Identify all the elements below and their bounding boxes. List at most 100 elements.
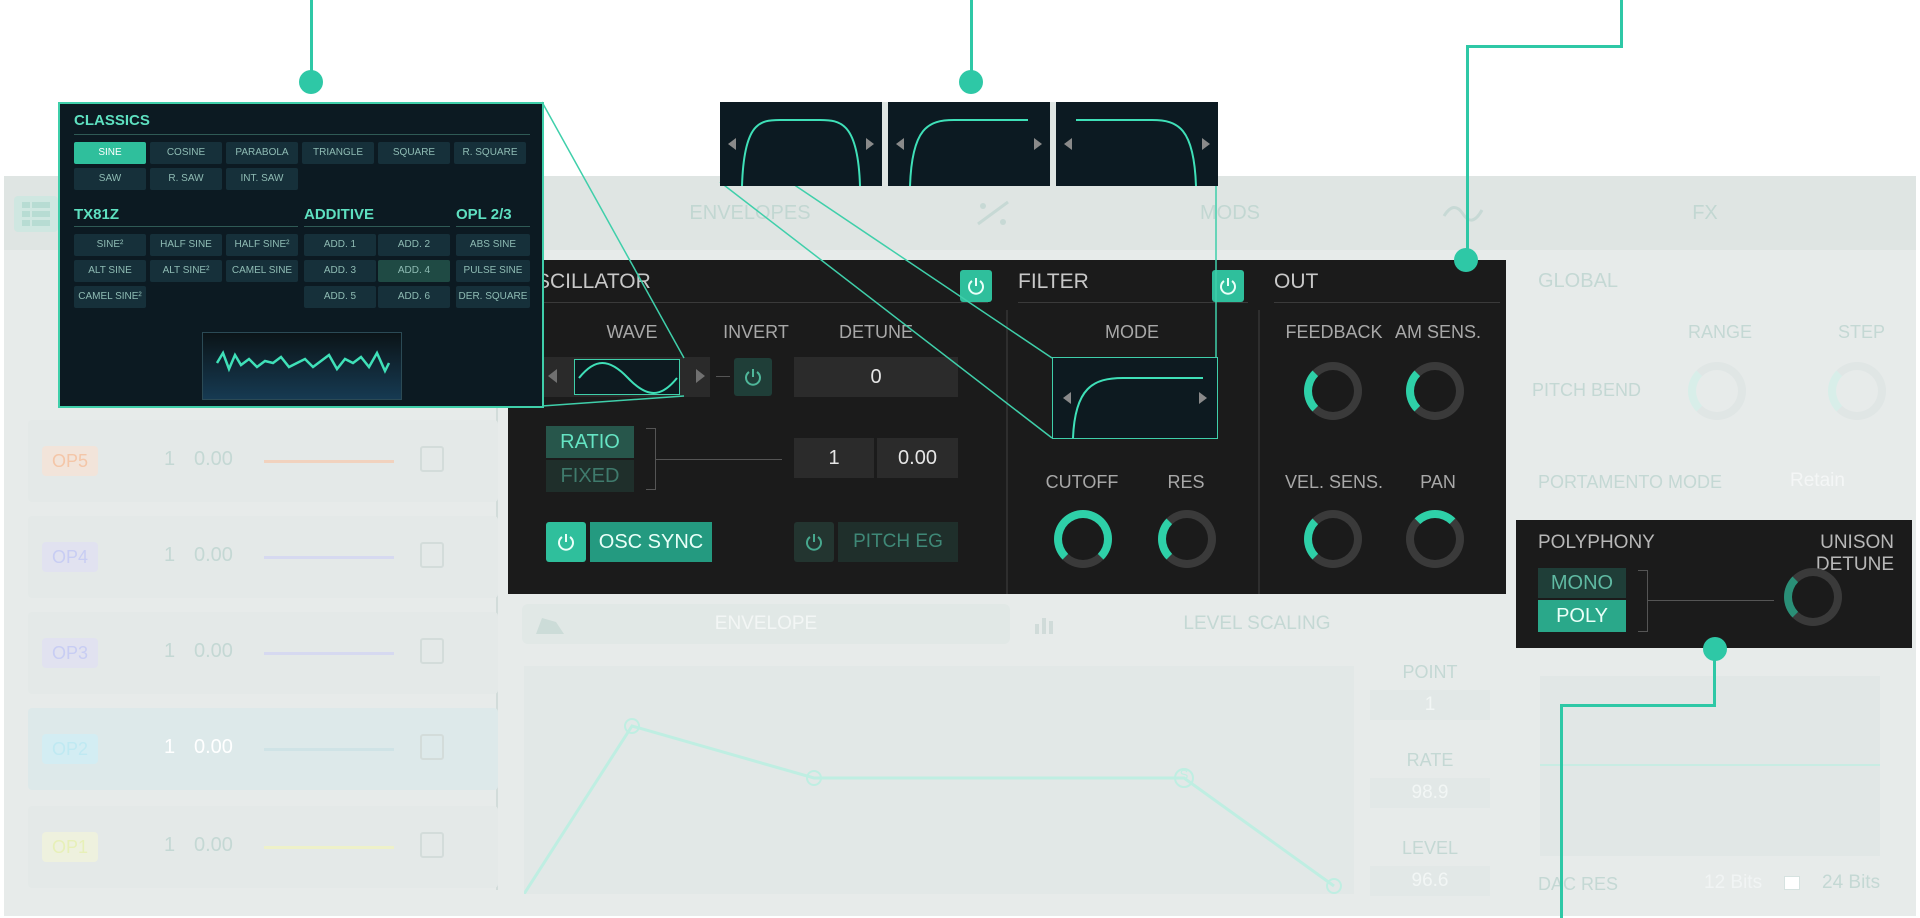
operator-level-slider[interactable] bbox=[264, 556, 394, 559]
arrow-right-icon[interactable] bbox=[696, 369, 705, 383]
operator-level-slider[interactable] bbox=[264, 846, 394, 849]
waveform-chip-add3[interactable]: ADD. 3 bbox=[304, 260, 376, 282]
operator-detune[interactable]: 0.00 bbox=[194, 736, 233, 759]
filter-mode-option[interactable] bbox=[720, 102, 882, 187]
copy-icon[interactable] bbox=[420, 638, 444, 664]
waveform-chip-cosine[interactable]: COSINE bbox=[150, 142, 222, 164]
osc-sync-power[interactable] bbox=[546, 522, 586, 562]
operator-ratio[interactable]: 1 bbox=[164, 640, 175, 663]
waveform-chip-parabola[interactable]: PARABOLA bbox=[226, 142, 298, 164]
operator-row[interactable]: OP1 1 0.00 bbox=[28, 806, 498, 888]
operator-detune[interactable]: 0.00 bbox=[194, 640, 233, 663]
waveform-chip-alt-sine2[interactable]: ALT SINE² bbox=[150, 260, 222, 282]
operator-detune[interactable]: 0.00 bbox=[194, 834, 233, 857]
osc-sync-button[interactable]: OSC SYNC bbox=[590, 522, 712, 562]
arrow-left-icon[interactable] bbox=[1064, 138, 1072, 150]
fixed-button[interactable]: FIXED bbox=[546, 460, 634, 492]
waveform-chip-der-square[interactable]: DER. SQUARE bbox=[456, 286, 530, 308]
operator-badge[interactable]: OP1 bbox=[42, 832, 98, 862]
grid-icon[interactable] bbox=[14, 196, 58, 232]
filter-mode-option[interactable] bbox=[1056, 102, 1218, 187]
portamento-value[interactable]: Retain bbox=[1790, 470, 1845, 492]
ratio-field[interactable]: 1 bbox=[794, 438, 874, 478]
envelope-tab[interactable]: ENVELOPE bbox=[522, 604, 1010, 644]
waveform-chip-camel-sine[interactable]: CAMEL SINE bbox=[226, 260, 298, 282]
waveform-chip-triangle[interactable]: TRIANGLE bbox=[302, 142, 374, 164]
level-scaling-tab[interactable]: LEVEL SCALING bbox=[1010, 604, 1504, 644]
arrow-right-icon[interactable] bbox=[1034, 138, 1042, 150]
level-value[interactable]: 96.6 bbox=[1370, 866, 1490, 896]
invert-button[interactable] bbox=[734, 358, 772, 396]
waveform-chip-square[interactable]: SQUARE bbox=[378, 142, 450, 164]
arrow-left-icon[interactable] bbox=[548, 369, 557, 383]
tab-mods[interactable]: MODS bbox=[1130, 196, 1330, 230]
operator-ratio[interactable]: 1 bbox=[164, 834, 175, 857]
operator-ratio[interactable]: 1 bbox=[164, 736, 175, 759]
waveform-chip-add2[interactable]: ADD. 2 bbox=[378, 234, 450, 256]
filter-power-button[interactable] bbox=[1212, 270, 1244, 302]
ratio-button[interactable]: RATIO bbox=[546, 426, 634, 458]
operator-detune[interactable]: 0.00 bbox=[194, 544, 233, 567]
unison-detune-knob[interactable] bbox=[1784, 568, 1842, 626]
filter-mode-selector[interactable] bbox=[1052, 357, 1218, 439]
operator-ratio[interactable]: 1 bbox=[164, 544, 175, 567]
waveform-chip-saw[interactable]: SAW bbox=[74, 168, 146, 190]
vel-sens-knob[interactable] bbox=[1304, 510, 1362, 568]
waveform-chip-half-sine[interactable]: HALF SINE bbox=[150, 234, 222, 256]
cutoff-knob[interactable] bbox=[1054, 510, 1112, 568]
copy-icon[interactable] bbox=[420, 734, 444, 760]
filter-mode-option[interactable] bbox=[888, 102, 1050, 187]
rate-value[interactable]: 98.9 bbox=[1370, 778, 1490, 808]
step-knob[interactable] bbox=[1828, 362, 1886, 420]
waveform-chip-add5[interactable]: ADD. 5 bbox=[304, 286, 376, 308]
operator-badge[interactable]: OP3 bbox=[42, 638, 98, 668]
operator-row-selected[interactable]: OP2 1 0.00 bbox=[28, 708, 498, 790]
point-value[interactable]: 1 bbox=[1370, 690, 1490, 720]
pitch-eg-power[interactable] bbox=[794, 522, 834, 562]
operator-level-slider[interactable] bbox=[264, 748, 394, 751]
waveform-chip-sine2[interactable]: SINE² bbox=[74, 234, 146, 256]
waveform-chip-add1[interactable]: ADD. 1 bbox=[304, 234, 376, 256]
pitch-eg-button[interactable]: PITCH EG bbox=[838, 522, 958, 562]
waveform-chip-pulse-sine[interactable]: PULSE SINE bbox=[456, 260, 530, 282]
waveform-chip-camel-sine2[interactable]: CAMEL SINE² bbox=[74, 286, 146, 308]
operator-detune[interactable]: 0.00 bbox=[194, 448, 233, 471]
dac-12-bits[interactable]: 12 Bits bbox=[1704, 872, 1762, 894]
envelope-graph[interactable]: S bbox=[524, 666, 1354, 894]
arrow-left-icon[interactable] bbox=[896, 138, 904, 150]
copy-icon[interactable] bbox=[420, 832, 444, 858]
detune-field[interactable]: 0 bbox=[794, 357, 958, 397]
waveform-chip-add6[interactable]: ADD. 6 bbox=[378, 286, 450, 308]
waveform-chip-sine[interactable]: SINE bbox=[74, 142, 146, 164]
operator-ratio[interactable]: 1 bbox=[164, 448, 175, 471]
operator-row[interactable]: OP5 1 0.00 bbox=[28, 420, 498, 502]
waveform-chip-r-square[interactable]: R. SQUARE bbox=[454, 142, 526, 164]
copy-icon[interactable] bbox=[420, 446, 444, 472]
operator-level-slider[interactable] bbox=[264, 652, 394, 655]
res-knob[interactable] bbox=[1158, 510, 1216, 568]
operator-badge[interactable]: OP5 bbox=[42, 446, 98, 476]
waveform-chip-add4[interactable]: ADD. 4 bbox=[378, 260, 450, 282]
mono-button[interactable]: MONO bbox=[1538, 568, 1626, 598]
tab-fx[interactable]: FX bbox=[1640, 196, 1770, 230]
arrow-left-icon[interactable] bbox=[1063, 392, 1071, 404]
operator-row[interactable]: OP4 1 0.00 bbox=[28, 516, 498, 598]
copy-icon[interactable] bbox=[420, 542, 444, 568]
dac-toggle[interactable] bbox=[1784, 876, 1800, 890]
oscillator-power-button[interactable] bbox=[960, 270, 992, 302]
pan-knob[interactable] bbox=[1406, 510, 1464, 568]
operator-level-slider[interactable] bbox=[264, 460, 394, 463]
ratio-fine-field[interactable]: 0.00 bbox=[877, 438, 958, 478]
wave-preview[interactable] bbox=[574, 359, 680, 395]
am-sens-knob[interactable] bbox=[1406, 362, 1464, 420]
arrow-right-icon[interactable] bbox=[1202, 138, 1210, 150]
waveform-chip-abs-sine[interactable]: ABS SINE bbox=[456, 234, 530, 256]
poly-button[interactable]: POLY bbox=[1538, 600, 1626, 632]
dac-24-bits[interactable]: 24 Bits bbox=[1822, 872, 1880, 894]
waveform-chip-int-saw[interactable]: INT. SAW bbox=[226, 168, 298, 190]
waveform-chip-half-sine2[interactable]: HALF SINE² bbox=[226, 234, 298, 256]
arrow-right-icon[interactable] bbox=[1199, 392, 1207, 404]
operator-badge[interactable]: OP2 bbox=[42, 734, 98, 764]
operator-row[interactable]: OP3 1 0.00 bbox=[28, 612, 498, 694]
wave-selector[interactable] bbox=[544, 357, 710, 397]
